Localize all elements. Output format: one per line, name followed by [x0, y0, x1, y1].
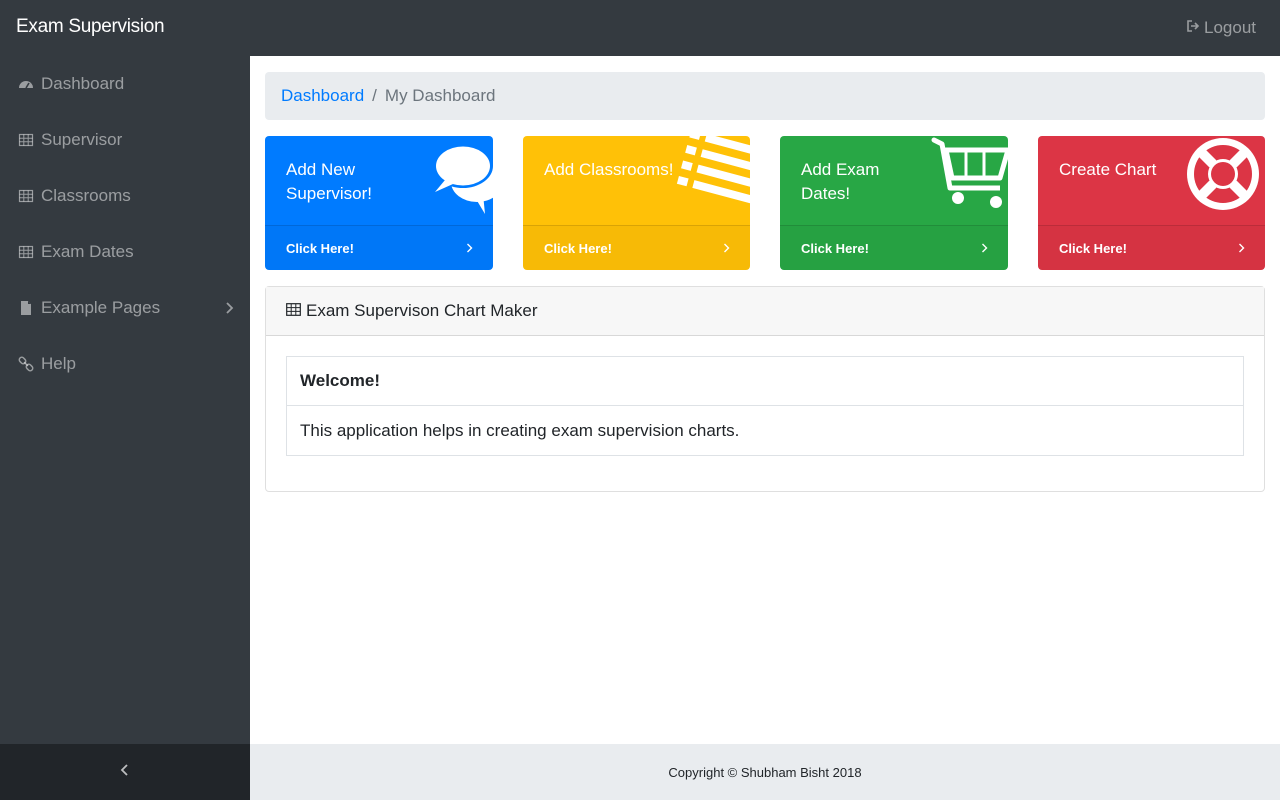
sidebar-item-label: Exam Dates	[41, 242, 134, 261]
card-title: Add Exam Dates!	[801, 160, 880, 203]
table-icon	[18, 188, 34, 204]
sidebar-item-label: Classrooms	[41, 186, 131, 205]
card-title: Add Classrooms!	[544, 160, 674, 179]
card-add-exam-dates[interactable]: Add Exam Dates! Click Here!	[780, 136, 1008, 270]
panel-header: Exam Supervison Chart Maker	[266, 287, 1264, 336]
chevron-right-icon	[723, 242, 730, 254]
sidebar: Dashboard Supervisor Classrooms Exam Dat…	[0, 56, 250, 744]
card-title: Add New Supervisor!	[286, 160, 372, 203]
chevron-right-icon	[224, 300, 234, 314]
card-add-classrooms[interactable]: Add Classrooms! Click Here!	[523, 136, 750, 270]
sidebar-item-exam-dates[interactable]: Exam Dates	[0, 224, 250, 280]
chevron-right-icon	[466, 242, 473, 254]
page-footer: Copyright © Shubham Bisht 2018	[250, 744, 1280, 800]
chart-maker-panel: Exam Supervison Chart Maker Welcome! Thi…	[265, 286, 1265, 492]
card-footer-link[interactable]: Click Here!	[1038, 225, 1265, 270]
table-header-cell: Welcome!	[287, 357, 1243, 406]
card-title: Create Chart	[1059, 160, 1157, 179]
sign-out-icon	[1186, 18, 1200, 38]
link-icon	[18, 356, 34, 372]
table-icon	[18, 244, 34, 260]
welcome-table: Welcome! This application helps in creat…	[286, 356, 1244, 456]
table-icon	[18, 132, 34, 148]
copyright-text: Copyright © Shubham Bisht 2018	[668, 764, 862, 780]
card-add-supervisor[interactable]: Add New Supervisor! Click Here!	[265, 136, 493, 270]
table-icon	[286, 301, 306, 321]
logout-link[interactable]: Logout	[1186, 18, 1256, 38]
shopping-cart-icon	[928, 136, 1008, 216]
dashboard-icon	[18, 76, 34, 92]
navbar-brand[interactable]: Exam Supervision	[16, 16, 165, 38]
file-icon	[18, 300, 34, 316]
card-footer-label: Click Here!	[544, 240, 612, 256]
breadcrumb-separator: /	[372, 86, 377, 105]
card-footer-label: Click Here!	[286, 240, 354, 256]
card-footer-label: Click Here!	[801, 240, 869, 256]
chevron-right-icon	[1238, 242, 1245, 254]
sidebar-toggle-button[interactable]	[0, 744, 250, 800]
list-icon	[670, 136, 750, 216]
top-navbar: Exam Supervision Logout	[0, 0, 1280, 56]
sidebar-item-label: Help	[41, 354, 76, 373]
card-footer-link[interactable]: Click Here!	[523, 225, 750, 270]
panel-title: Exam Supervison Chart Maker	[306, 301, 538, 320]
chevron-left-icon	[120, 763, 130, 781]
card-footer-link[interactable]: Click Here!	[265, 225, 493, 270]
card-footer-label: Click Here!	[1059, 240, 1127, 256]
card-footer-link[interactable]: Click Here!	[780, 225, 1008, 270]
comments-icon	[413, 136, 493, 216]
sidebar-item-label: Dashboard	[41, 74, 125, 93]
sidebar-item-help[interactable]: Help	[0, 336, 250, 392]
sidebar-item-example-pages[interactable]: Example Pages	[0, 280, 250, 336]
sidebar-item-label: Supervisor	[41, 130, 123, 149]
breadcrumb-link-dashboard[interactable]: Dashboard	[281, 86, 364, 106]
life-ring-icon	[1185, 136, 1265, 216]
card-create-chart[interactable]: Create Chart Click Here!	[1038, 136, 1265, 270]
logout-label: Logout	[1204, 18, 1256, 37]
breadcrumb: Dashboard / My Dashboard	[265, 72, 1265, 120]
sidebar-item-supervisor[interactable]: Supervisor	[0, 112, 250, 168]
table-row: This application helps in creating exam …	[300, 420, 740, 440]
chevron-right-icon	[981, 242, 988, 254]
sidebar-item-classrooms[interactable]: Classrooms	[0, 168, 250, 224]
sidebar-item-dashboard[interactable]: Dashboard	[0, 56, 250, 112]
sidebar-item-label: Example Pages	[41, 298, 161, 317]
breadcrumb-current: My Dashboard	[384, 86, 496, 105]
